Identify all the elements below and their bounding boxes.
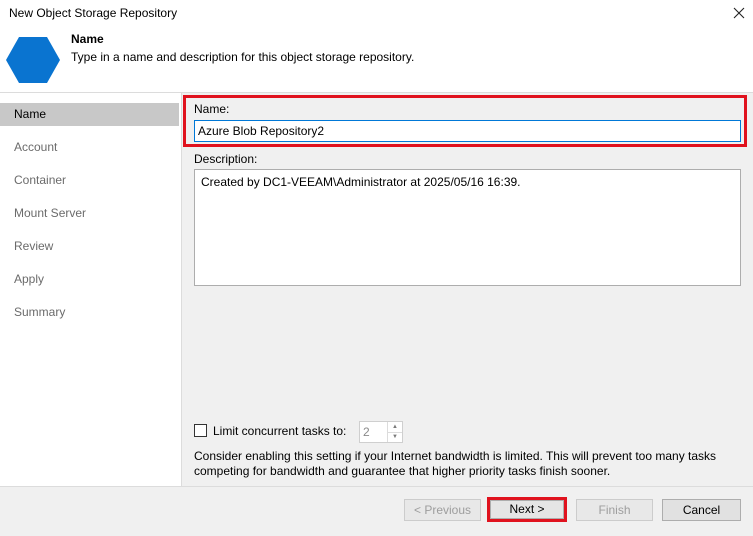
limit-tasks-stepper: 2 ▲ ▼ <box>359 421 403 443</box>
description-scrollbar <box>712 170 740 285</box>
stepper-down-icon: ▼ <box>392 434 398 440</box>
limit-tasks-value: 2 <box>363 425 370 439</box>
description-label: Description: <box>194 152 258 166</box>
sidebar-item-name[interactable]: Name <box>0 103 179 126</box>
close-icon <box>733 7 745 19</box>
cancel-button[interactable]: Cancel <box>662 499 741 521</box>
wizard-steps: Name Account Container Mount Server Revi… <box>0 93 182 486</box>
hexagon-icon <box>6 37 60 83</box>
sidebar-item-container[interactable]: Container <box>0 169 179 192</box>
next-button-highlight <box>487 497 567 522</box>
limit-concurrent-tasks-checkbox[interactable] <box>194 424 207 437</box>
description-textarea[interactable]: Created by DC1-VEEAM\Administrator at 20… <box>194 169 741 286</box>
limit-concurrent-tasks-label[interactable]: Limit concurrent tasks to: <box>213 424 346 438</box>
title-bar: New Object Storage Repository <box>0 0 753 28</box>
step-description: Type in a name and description for this … <box>71 50 415 64</box>
wizard-header: Name Type in a name and description for … <box>0 28 753 93</box>
close-button[interactable] <box>725 0 753 26</box>
window-title: New Object Storage Repository <box>9 6 178 20</box>
sidebar-item-account[interactable]: Account <box>0 136 179 159</box>
step-title: Name <box>71 32 104 46</box>
bandwidth-hint: Consider enabling this setting if your I… <box>194 449 717 478</box>
sidebar-item-review[interactable]: Review <box>0 235 179 258</box>
finish-button[interactable]: Finish <box>576 499 653 521</box>
name-label: Name: <box>194 102 230 116</box>
sidebar-item-summary[interactable]: Summary <box>0 301 179 324</box>
name-input[interactable] <box>194 120 741 142</box>
sidebar-item-mount-server[interactable]: Mount Server <box>0 202 179 225</box>
sidebar-item-apply[interactable]: Apply <box>0 268 179 291</box>
previous-button[interactable]: < Previous <box>404 499 481 521</box>
stepper-arrows: ▲ ▼ <box>387 422 402 442</box>
